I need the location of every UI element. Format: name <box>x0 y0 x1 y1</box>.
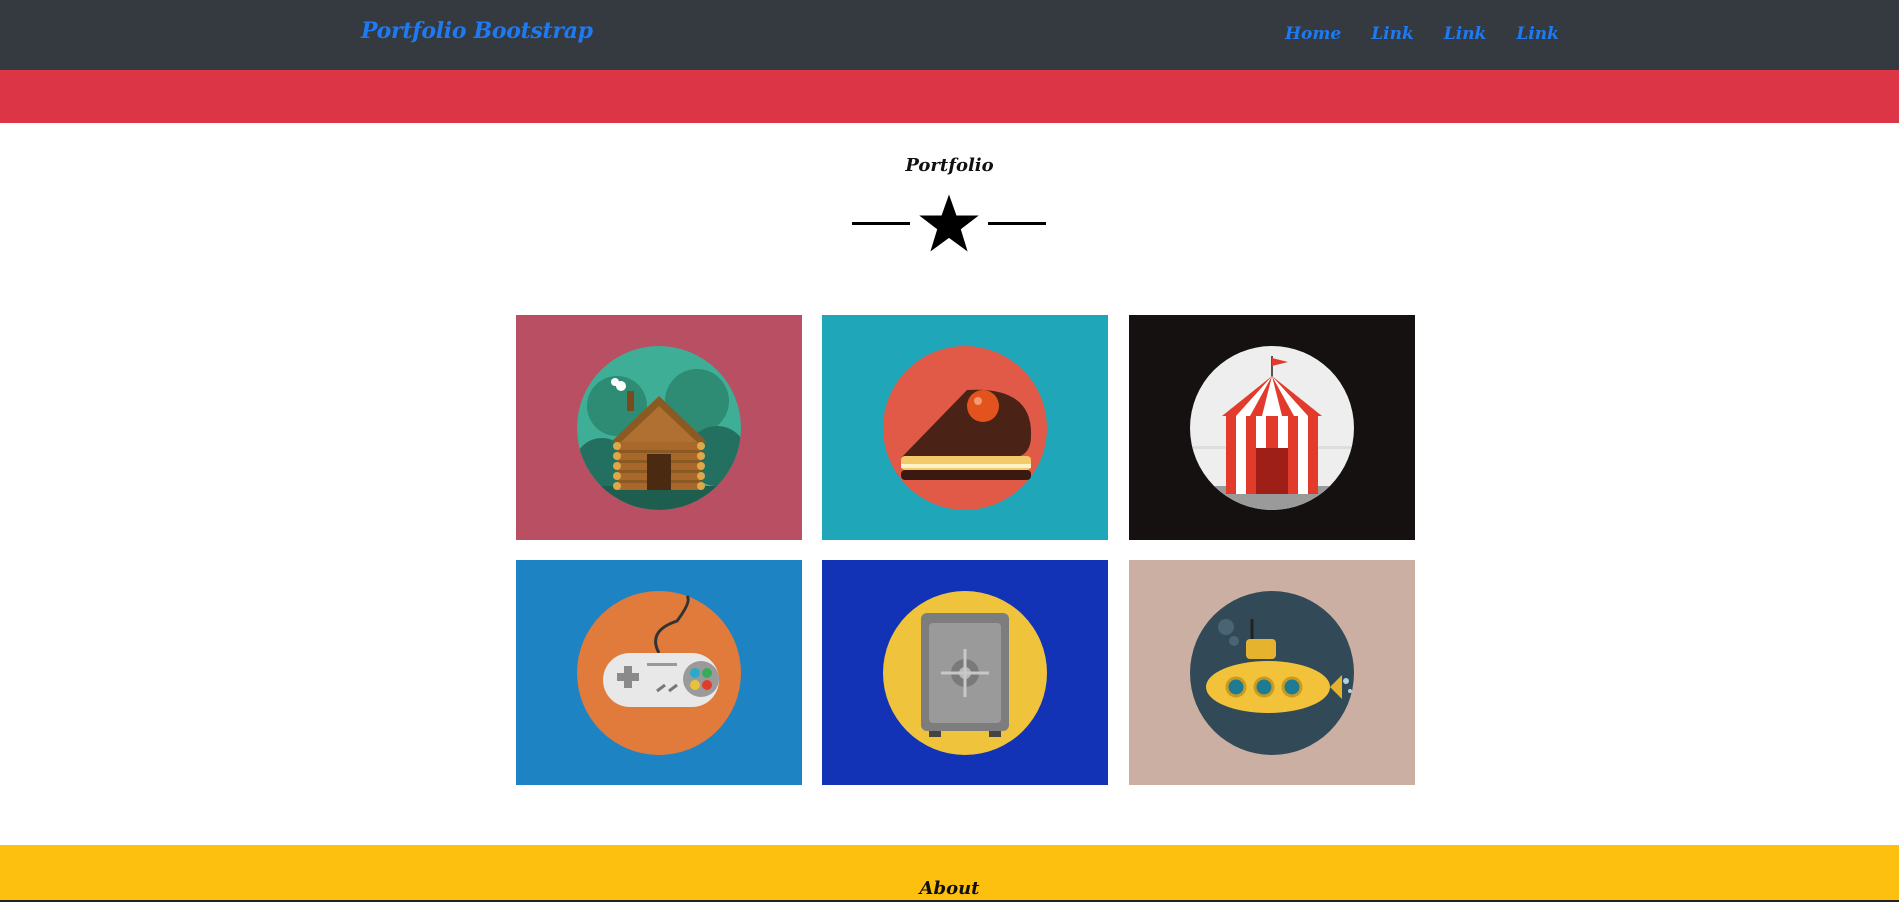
divider-line-right <box>988 222 1046 225</box>
about-title: About <box>919 878 980 899</box>
navbar: Portfolio Bootstrap Home Link Link Link <box>0 0 1899 70</box>
portfolio-item-cake[interactable] <box>822 315 1108 540</box>
portfolio-item-circus[interactable] <box>1129 315 1415 540</box>
portfolio-item-controller[interactable] <box>516 560 802 785</box>
submarine-icon <box>1190 590 1354 755</box>
nav-link-home[interactable]: Home <box>1285 24 1341 44</box>
divider-line-left <box>852 222 910 225</box>
safe-icon <box>883 590 1047 755</box>
nav-link-3[interactable]: Link <box>1516 24 1559 44</box>
star-icon <box>919 194 979 252</box>
nav-link-2[interactable]: Link <box>1444 24 1487 44</box>
portfolio-item-cabin[interactable] <box>516 315 802 540</box>
nav-links: Home Link Link Link <box>1285 24 1589 44</box>
circus-tent-icon <box>1190 345 1354 510</box>
brand-link[interactable]: Portfolio Bootstrap <box>361 18 593 44</box>
nav-link-1[interactable]: Link <box>1371 24 1414 44</box>
log-cabin-icon <box>577 345 741 510</box>
portfolio-item-safe[interactable] <box>822 560 1108 785</box>
portfolio-title: Portfolio <box>905 155 994 176</box>
game-controller-icon <box>577 590 741 755</box>
portfolio-item-submarine[interactable] <box>1129 560 1415 785</box>
cake-slice-icon <box>883 345 1047 510</box>
accent-bar <box>0 70 1899 123</box>
